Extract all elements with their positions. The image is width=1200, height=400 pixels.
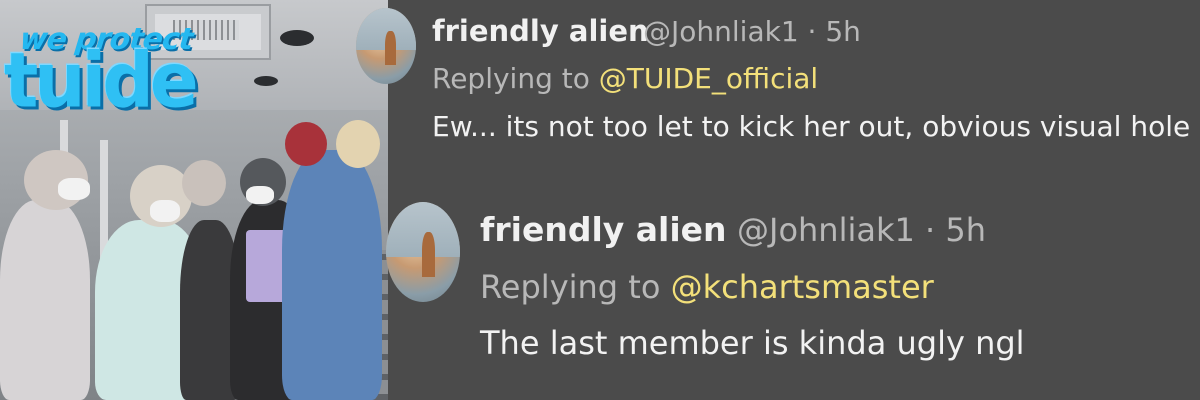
ceiling-light (280, 30, 314, 46)
face-mask (246, 186, 274, 204)
replying-to: Replying to @TUIDE_official (432, 62, 818, 95)
ceiling-light (254, 76, 278, 86)
person-head (336, 120, 380, 168)
handle-and-time[interactable]: @Johnliak1 · 5h (643, 15, 861, 48)
person-head (182, 160, 226, 206)
overlay-large-text: tuide (4, 35, 199, 125)
replying-prefix: Replying to (432, 62, 599, 95)
handle-and-time[interactable]: @Johnliak1 · 5h (737, 211, 986, 249)
face-mask (58, 178, 90, 200)
mention-link[interactable]: @TUIDE_official (599, 62, 818, 95)
avatar[interactable] (386, 202, 460, 302)
person-head (285, 122, 327, 166)
tweet-text: Ew... its not too let to kick her out, o… (432, 110, 1191, 143)
mention-link[interactable]: @kchartsmaster (671, 268, 934, 306)
replying-prefix: Replying to (480, 268, 671, 306)
avatar[interactable] (356, 8, 416, 84)
face-mask (150, 200, 180, 222)
display-name[interactable]: friendly alien (432, 14, 649, 48)
tweet-text: The last member is kinda ugly ngl (480, 324, 1025, 362)
display-name[interactable]: friendly alien (480, 210, 727, 249)
group-photo: we protect tuide (0, 0, 388, 400)
person (0, 200, 90, 400)
replying-to: Replying to @kchartsmaster (480, 268, 934, 306)
person (282, 150, 382, 400)
